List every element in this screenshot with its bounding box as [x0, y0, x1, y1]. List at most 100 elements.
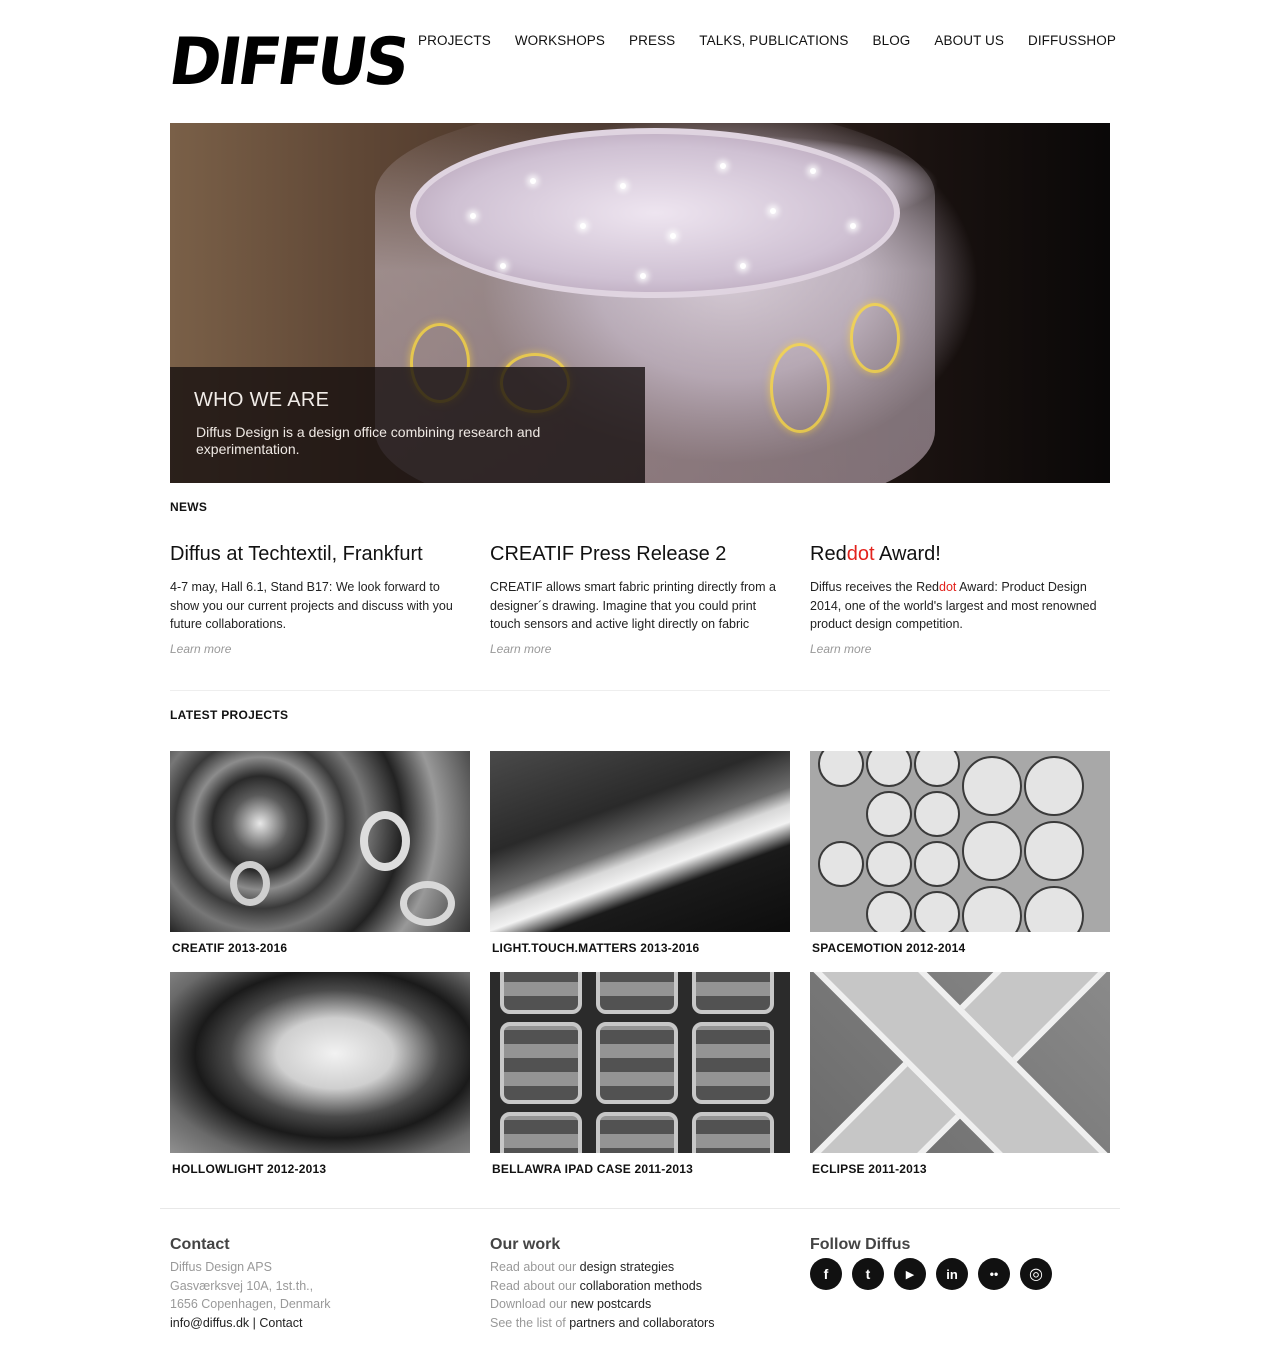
thumb-shape	[962, 886, 1022, 932]
design-strategies-link[interactable]: design strategies	[580, 1260, 675, 1274]
twitter-icon[interactable]: t	[852, 1258, 884, 1290]
main-nav: PROJECTS WORKSHOPS PRESS TALKS, PUBLICAT…	[418, 33, 1116, 48]
nav-diffusshop[interactable]: DIFFUSSHOP	[1028, 33, 1116, 48]
nav-workshops[interactable]: WORKSHOPS	[515, 33, 605, 48]
work-line: Read about our design strategies	[490, 1258, 714, 1277]
hero-lamp-rim	[410, 128, 900, 298]
thumb-shape	[500, 972, 582, 1014]
news-item: CREATIF Press Release 2 CREATIF allows s…	[490, 540, 790, 656]
learn-more-link[interactable]: Learn more	[170, 642, 470, 656]
project-caption[interactable]: BELLAWRA IPAD CASE 2011-2013	[492, 1162, 790, 1176]
project-thumbnail[interactable]	[170, 751, 470, 932]
footer-follow-heading: Follow Diffus	[810, 1236, 911, 1253]
footer-work-heading: Our work	[490, 1236, 561, 1253]
nav-projects[interactable]: PROJECTS	[418, 33, 491, 48]
thumb-shape	[866, 891, 912, 932]
news-text: 4-7 may, Hall 6.1, Stand B17: We look fo…	[170, 580, 453, 631]
nav-talks-publications[interactable]: TALKS, PUBLICATIONS	[699, 33, 848, 48]
light-dot	[470, 213, 476, 219]
light-trace	[850, 303, 900, 373]
work-line: See the list of partners and collaborato…	[490, 1314, 714, 1333]
separator: |	[249, 1315, 260, 1330]
news-title-part: Red	[810, 543, 847, 565]
project-card[interactable]: LIGHT.TOUCH.MATTERS 2013-2016	[490, 751, 790, 955]
news-title-part: Award!	[874, 543, 941, 565]
facebook-icon[interactable]: f	[810, 1258, 842, 1290]
project-caption[interactable]: LIGHT.TOUCH.MATTERS 2013-2016	[492, 941, 790, 955]
work-line-prefix: See the list of	[490, 1315, 570, 1330]
news-text-part: Diffus receives the Red	[810, 580, 939, 594]
new-postcards-link[interactable]: new postcards	[571, 1297, 652, 1311]
project-caption[interactable]: HOLLOWLIGHT 2012-2013	[172, 1162, 470, 1176]
thumb-shape	[818, 751, 864, 787]
who-we-are-text: Diffus Design is a design office combini…	[196, 424, 541, 457]
news-text-red-part: dot	[939, 580, 957, 594]
project-caption[interactable]: CREATIF 2013-2016	[172, 941, 470, 955]
light-dot	[670, 233, 676, 239]
partners-link[interactable]: partners and collaborators	[569, 1316, 714, 1330]
news-title[interactable]: Reddot Award!	[810, 540, 1110, 568]
project-card[interactable]: BELLAWRA IPAD CASE 2011-2013	[490, 972, 790, 1176]
hero-banner[interactable]: WHO WE ARE Diffus Design is a design off…	[170, 123, 1110, 483]
news-title[interactable]: Diffus at Techtextil, Frankfurt	[170, 540, 470, 568]
linkedin-icon[interactable]: in	[936, 1258, 968, 1290]
news-heading: NEWS	[170, 500, 208, 514]
thumb-shape	[962, 756, 1022, 816]
thumb-shape	[500, 1022, 582, 1104]
work-line-prefix: Read about our	[490, 1278, 580, 1293]
logo[interactable]: DIFFUS	[165, 23, 412, 100]
who-we-are-panel: WHO WE ARE Diffus Design is a design off…	[170, 367, 645, 483]
work-line: Read about our collaboration methods	[490, 1277, 714, 1296]
youtube-icon[interactable]: ▶	[894, 1258, 926, 1290]
latest-projects-heading: LATEST PROJECTS	[170, 708, 289, 722]
project-thumbnail[interactable]	[810, 972, 1110, 1153]
light-dot	[810, 168, 816, 174]
nav-press[interactable]: PRESS	[629, 33, 675, 48]
learn-more-link[interactable]: Learn more	[810, 642, 1110, 656]
news-item: Diffus at Techtextil, Frankfurt 4-7 may,…	[170, 540, 470, 656]
nav-blog[interactable]: BLOG	[872, 33, 910, 48]
nav-about-us[interactable]: ABOUT US	[934, 33, 1004, 48]
thumb-shape	[914, 841, 960, 887]
work-line: Download our new postcards	[490, 1295, 714, 1314]
project-thumbnail[interactable]	[810, 751, 1110, 932]
project-caption[interactable]: SPACEMOTION 2012-2014	[812, 941, 1110, 955]
flickr-icon[interactable]: ••	[978, 1258, 1010, 1290]
contact-links: info@diffus.dk | Contact	[170, 1314, 331, 1333]
logo-text: DIFFUS	[164, 23, 412, 100]
instagram-icon[interactable]: ◎	[1020, 1258, 1052, 1290]
project-card[interactable]: HOLLOWLIGHT 2012-2013	[170, 972, 470, 1176]
thumb-shape	[500, 1112, 582, 1153]
thumb-shape	[400, 881, 455, 926]
project-thumbnail[interactable]	[170, 972, 470, 1153]
collaboration-methods-link[interactable]: collaboration methods	[580, 1279, 702, 1293]
project-caption[interactable]: ECLIPSE 2011-2013	[812, 1162, 1110, 1176]
news-text: CREATIF allows smart fabric printing dir…	[490, 580, 776, 631]
thumb-shape	[914, 891, 960, 932]
thumb-shape	[818, 841, 864, 887]
thumb-shape	[692, 1022, 774, 1104]
thumb-shape	[1024, 821, 1084, 881]
thumb-shape	[596, 972, 678, 1014]
thumb-shape	[596, 1112, 678, 1153]
project-card[interactable]: SPACEMOTION 2012-2014	[810, 751, 1110, 955]
thumb-shape	[692, 1112, 774, 1153]
light-dot	[740, 263, 746, 269]
light-dot	[850, 223, 856, 229]
project-card[interactable]: CREATIF 2013-2016	[170, 751, 470, 955]
project-thumbnail[interactable]	[490, 972, 790, 1153]
project-card[interactable]: ECLIPSE 2011-2013	[810, 972, 1110, 1176]
social-icons: f t ▶ in •• ◎	[810, 1258, 1052, 1290]
work-line-prefix: Download our	[490, 1297, 571, 1311]
project-thumbnail[interactable]	[490, 751, 790, 932]
news-title[interactable]: CREATIF Press Release 2	[490, 540, 790, 568]
contact-link[interactable]: Contact	[259, 1316, 302, 1330]
news-title-red-part: dot	[846, 543, 875, 565]
email-link[interactable]: info@diffus.dk	[170, 1316, 249, 1330]
footer-contact-heading: Contact	[170, 1236, 230, 1253]
footer-our-work: Our work Read about our design strategie…	[490, 1236, 714, 1332]
thumb-shape	[230, 861, 270, 906]
footer-follow: Follow Diffus f t ▶ in •• ◎	[810, 1236, 1052, 1290]
learn-more-link[interactable]: Learn more	[490, 642, 790, 656]
light-dot	[770, 208, 776, 214]
